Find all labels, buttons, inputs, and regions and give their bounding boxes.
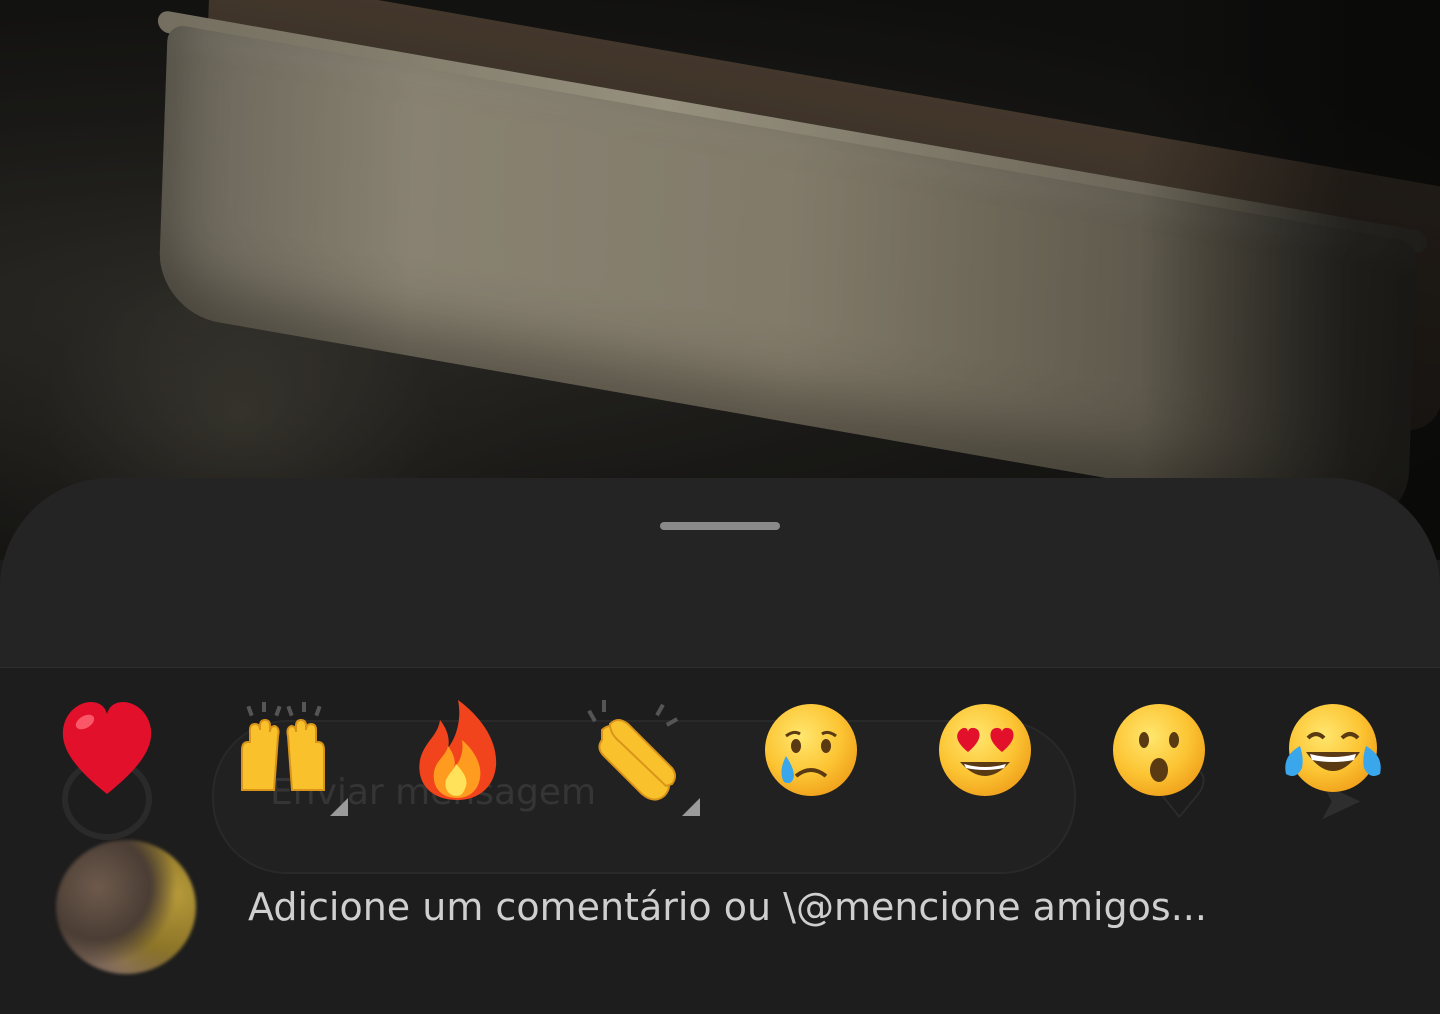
tears-of-joy-icon [1285, 704, 1381, 792]
crying-face-icon [765, 704, 857, 796]
reply-area: Enviar mensagem ♡ ➤ Adicione um comentár… [0, 668, 1440, 1014]
clapping-hands-icon [587, 700, 679, 801]
reaction-surprised-face[interactable] [1104, 690, 1214, 810]
reaction-raising-hands[interactable] [228, 690, 348, 816]
reaction-sheet [0, 478, 1440, 668]
heart-eyes-icon [939, 704, 1031, 796]
reaction-fire[interactable] [402, 690, 512, 810]
reaction-heart-eyes[interactable] [930, 690, 1040, 810]
quick-reactions [0, 690, 1440, 816]
story-media [0, 0, 1440, 560]
raising-hands-icon [241, 702, 325, 791]
avatar [56, 840, 196, 974]
skin-tone-indicator [682, 798, 700, 816]
comment-input[interactable] [248, 882, 1368, 932]
reaction-tears-of-joy[interactable] [1278, 690, 1388, 810]
reaction-heart[interactable] [52, 690, 162, 810]
story-reply-screen: Enviar mensagem ♡ ➤ Adicione um comentár… [0, 0, 1440, 1014]
sheet-grab-handle[interactable] [660, 522, 780, 530]
surprised-face-icon [1113, 704, 1205, 796]
fire-icon [419, 700, 497, 800]
skin-tone-indicator [330, 798, 348, 816]
reaction-clapping-hands[interactable] [580, 690, 700, 816]
reaction-crying-face[interactable] [756, 690, 866, 810]
heart-icon [62, 702, 152, 794]
